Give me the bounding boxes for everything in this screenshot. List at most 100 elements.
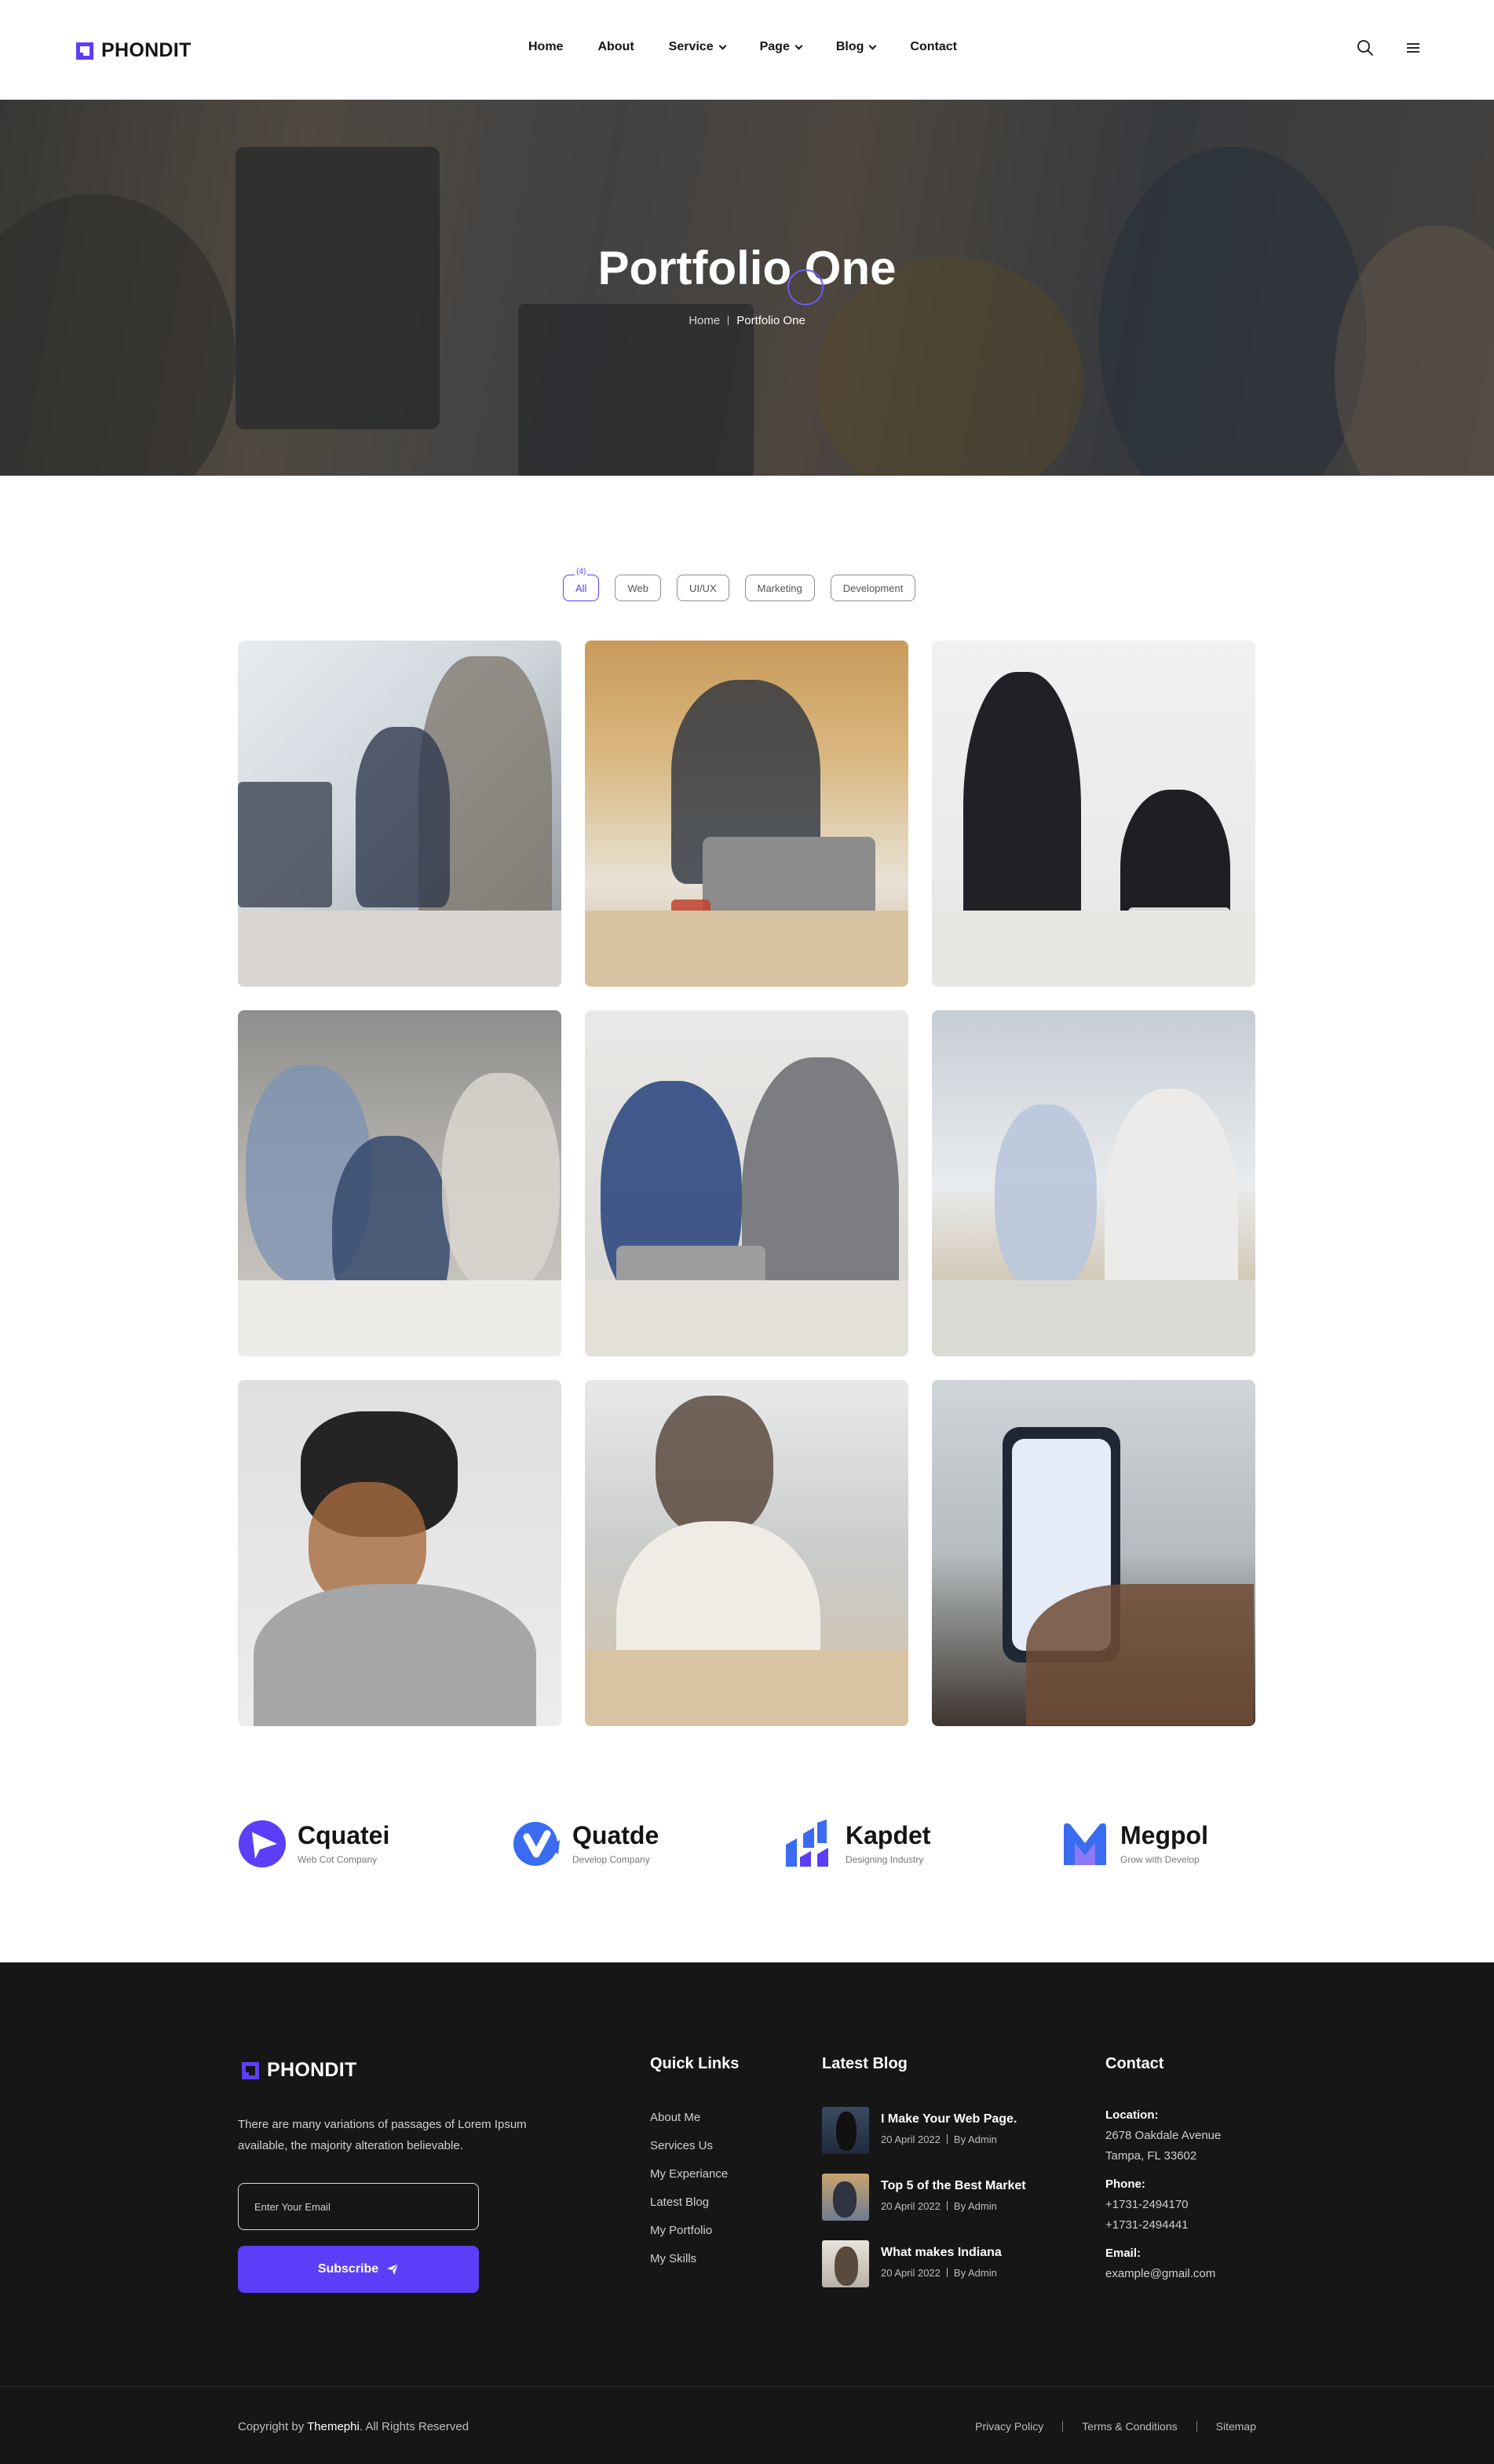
brand-name: Kapdet — [846, 1821, 931, 1849]
quick-link-experience[interactable]: My Experiance — [650, 2166, 728, 2195]
filter-web[interactable]: Web — [615, 575, 661, 601]
nav-label: Contact — [910, 40, 957, 53]
terms-conditions-link[interactable]: Terms & Conditions — [1082, 2420, 1177, 2433]
blog-thumbnail — [822, 2107, 869, 2154]
blog-post-title: Top 5 of the Best Market — [881, 2179, 1026, 2192]
brand-tagline: Develop Company — [572, 1854, 650, 1865]
brand-tagline: Web Cot Company — [298, 1854, 378, 1865]
filter-label: All — [575, 582, 587, 594]
portfolio-item[interactable] — [238, 1010, 561, 1356]
copyright-brand-link[interactable]: Themephi — [307, 2420, 360, 2433]
blog-post-date: 20 April 2022 — [881, 2134, 941, 2145]
portfolio-item[interactable] — [238, 1380, 561, 1726]
filter-development[interactable]: Development — [830, 575, 916, 601]
quick-link-latest-blog[interactable]: Latest Blog — [650, 2195, 728, 2223]
nav-item-service[interactable]: Service — [668, 40, 727, 54]
page-hero: Portfolio One Home Portfolio One — [0, 100, 1494, 476]
brand-megpol[interactable]: Megpol Grow with Develop — [1061, 1820, 1208, 1868]
copyright-prefix: Copyright by — [238, 2420, 305, 2433]
logo-mark-icon — [76, 42, 93, 60]
contact-info: Location: 2678 Oakdale Avenue Tampa, FL … — [1105, 2105, 1221, 2284]
breadcrumb-current: Portfolio One — [736, 314, 805, 327]
quick-link-services[interactable]: Services Us — [650, 2138, 728, 2166]
nav-item-contact[interactable]: Contact — [910, 40, 957, 54]
filter-marketing[interactable]: Marketing — [744, 575, 815, 601]
quick-link-portfolio[interactable]: My Portfolio — [650, 2223, 728, 2251]
blog-post-meta: 20 April 2022 By Admin — [881, 2200, 1026, 2212]
brand-tagline: Designing Industry — [846, 1854, 924, 1865]
filter-label: Marketing — [757, 582, 802, 594]
newsletter-email-input[interactable] — [238, 2183, 479, 2230]
portfolio-item[interactable] — [238, 641, 561, 987]
portfolio-item[interactable] — [932, 1380, 1255, 1726]
nav-label: Home — [528, 40, 564, 53]
nav-item-blog[interactable]: Blog — [836, 40, 877, 54]
kapdet-logo-icon — [786, 1820, 828, 1867]
brand-name: Quatde — [572, 1821, 659, 1849]
filter-uiux[interactable]: UI/UX — [676, 575, 729, 601]
footer-logo[interactable]: PHONDIT — [242, 2059, 357, 2082]
logo-mark-icon — [242, 2061, 259, 2079]
blog-post-date: 20 April 2022 — [881, 2267, 941, 2279]
email-label: Email: — [1105, 2247, 1142, 2260]
search-icon[interactable] — [1357, 39, 1374, 57]
main-nav: Home About Service Page Blog Contact — [528, 40, 992, 54]
latest-blog-title: Latest Blog — [822, 2055, 908, 2072]
breadcrumb-separator — [728, 316, 729, 325]
partner-brands: Cquatei Web Cot Company Quatde Develop C… — [238, 1820, 1256, 1871]
breadcrumb-home-link[interactable]: Home — [689, 314, 720, 327]
portfolio-item[interactable] — [932, 1010, 1255, 1356]
legal-separator — [1196, 2421, 1197, 2432]
site-header: PHONDIT Home About Service Page Blog Con… — [0, 0, 1494, 100]
menu-icon[interactable] — [1405, 39, 1422, 57]
location-line: Tampa, FL 33602 — [1105, 2149, 1197, 2163]
blog-post-item[interactable]: Top 5 of the Best Market 20 April 2022 By… — [822, 2174, 1026, 2221]
filter-label: Development — [842, 582, 904, 594]
filter-count: (4) — [575, 568, 588, 576]
nav-item-about[interactable]: About — [597, 40, 634, 54]
brand-kapdet[interactable]: Kapdet Designing Industry — [786, 1820, 930, 1868]
portfolio-item[interactable] — [585, 1380, 908, 1726]
quick-links-list: About Me Services Us My Experiance Lates… — [650, 2110, 728, 2280]
blog-thumbnail — [822, 2240, 869, 2287]
site-logo[interactable]: PHONDIT — [76, 39, 192, 62]
contact-title: Contact — [1105, 2055, 1164, 2072]
page-title: Portfolio One — [597, 242, 897, 294]
blog-post-item[interactable]: What makes Indiana 20 April 2022 By Admin — [822, 2240, 1002, 2287]
nav-item-home[interactable]: Home — [528, 40, 563, 54]
subscribe-button[interactable]: Subscribe — [238, 2246, 479, 2293]
location-label: Location: — [1105, 2108, 1159, 2122]
portfolio-filters: (4) All Web UI/UX Marketing Development — [563, 568, 916, 601]
nav-label: About — [597, 40, 634, 53]
cursor-ring-icon — [787, 269, 824, 305]
nav-label: Page — [759, 40, 790, 53]
megpol-logo-icon — [1064, 1823, 1106, 1865]
phone-number[interactable]: +1731-2494170 — [1105, 2195, 1221, 2215]
portfolio-item[interactable] — [585, 641, 908, 987]
sitemap-link[interactable]: Sitemap — [1216, 2420, 1256, 2433]
blog-post-date: 20 April 2022 — [881, 2200, 941, 2212]
quick-link-about-me[interactable]: About Me — [650, 2110, 728, 2138]
brand-quatde[interactable]: Quatde Develop Company — [513, 1820, 659, 1868]
blog-post-author: By Admin — [953, 2200, 997, 2212]
nav-item-page[interactable]: Page — [759, 40, 803, 54]
privacy-policy-link[interactable]: Privacy Policy — [975, 2420, 1043, 2433]
cquatei-logo-icon — [239, 1820, 286, 1867]
email-link[interactable]: example@gmail.com — [1105, 2264, 1221, 2284]
logo-text: PHONDIT — [101, 39, 192, 61]
chevron-down-icon — [868, 42, 877, 49]
phone-number[interactable]: +1731-2494441 — [1105, 2215, 1221, 2236]
quick-link-skills[interactable]: My Skills — [650, 2251, 728, 2280]
blog-post-meta: 20 April 2022 By Admin — [881, 2267, 1002, 2279]
site-footer — [0, 1962, 1494, 2464]
legal-separator — [1062, 2421, 1064, 2432]
blog-post-author: By Admin — [953, 2134, 997, 2145]
nav-label: Service — [668, 40, 714, 53]
portfolio-item[interactable] — [585, 1010, 908, 1356]
brand-cquatei[interactable]: Cquatei Web Cot Company — [238, 1820, 389, 1868]
filter-label: UI/UX — [689, 582, 717, 594]
filter-all[interactable]: (4) All — [563, 568, 600, 601]
blog-post-item[interactable]: I Make Your Web Page. 20 April 2022 By Ad… — [822, 2107, 1017, 2154]
blog-post-title: I Make Your Web Page. — [881, 2112, 1017, 2126]
portfolio-item[interactable] — [932, 641, 1255, 987]
